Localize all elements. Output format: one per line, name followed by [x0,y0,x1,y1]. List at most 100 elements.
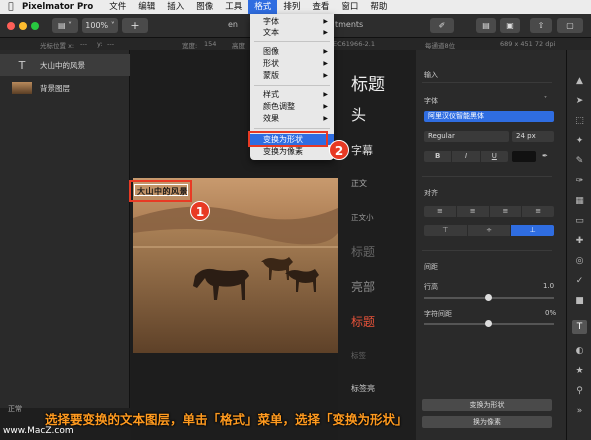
paint-tool-button[interactable]: ✐ [430,18,454,33]
tools-panel-button[interactable]: ▣ [500,18,520,33]
view-mode-button[interactable]: ▤ ˅ [52,18,78,33]
add-button[interactable]: + [122,18,148,33]
menu-item-image[interactable]: 图像 ▶ [250,46,334,57]
vertical-align-control: ⊤ ÷ ⊥ [424,225,554,236]
zoom-tool-icon[interactable]: ⚲ [572,384,587,398]
align-center-icon[interactable]: ≡ [457,206,490,217]
menu-tools[interactable]: 工具 [219,0,248,14]
text-color-well[interactable] [512,151,536,162]
share-icon: ⇧ [537,21,545,30]
gradient-tool-icon[interactable]: ▦ [572,194,587,208]
menu-item-color-adjust[interactable]: 颜色调整 ▶ [250,101,334,112]
brush-icon: ✐ [438,21,446,30]
style-title-dim[interactable]: 标题 [351,243,375,260]
font-size-field[interactable]: 24 px [512,131,554,142]
select-tool-icon[interactable]: ⬚ [572,114,587,128]
style-title-red[interactable]: 标题 [351,313,375,330]
menu-view[interactable]: 查看 [306,0,335,14]
image-dimensions: 689 x 451 72 dpi [500,40,556,48]
apple-icon[interactable]:  [0,2,22,12]
zoom-select[interactable]: 100% ˅ [82,18,118,33]
style-title[interactable]: 标题 [351,70,385,95]
style-body-small[interactable]: 正文小 [351,212,374,223]
align-right-icon[interactable]: ≡ [490,206,523,217]
eyedropper-icon[interactable]: ✒ [542,152,548,160]
cursor-x-value: --- [80,40,88,48]
convert-to-shape-button[interactable]: 变换为形状 [422,399,552,411]
zoom-window-button[interactable] [31,22,39,30]
align-bottom-icon[interactable]: ⊥ [511,225,554,236]
menu-insert[interactable]: 插入 [161,0,190,14]
share-button[interactable]: ⇧ [530,18,552,33]
arrange-tool-icon[interactable]: ▲ [572,74,587,88]
minimize-window-button[interactable] [19,22,27,30]
submenu-arrow-icon: ▶ [323,18,328,25]
type-tool-icon[interactable]: T [572,320,587,334]
menu-item-style[interactable]: 样式 ▶ [250,89,334,100]
menu-item-text[interactable]: 文本 ▶ [250,27,334,38]
blend-mode-select[interactable]: 正常 [8,404,22,414]
window-icon: ▢ [566,21,574,30]
font-style-select[interactable]: Regular [424,131,509,142]
convert-to-pixels-button[interactable]: 换为像素 [422,416,552,428]
pen-tool-icon[interactable]: ✓ [572,274,587,288]
submenu-arrow-icon: ▶ [323,91,328,98]
layers-panel: T 大山中的风景 背景图层 [0,50,130,408]
color-adjust-icon[interactable]: ◐ [572,344,587,358]
format-inspector: 输入 字体 ˅ 阿里汉仪智能黑体 Regular 24 px B I U ✒ 对… [416,50,566,440]
layer-row-text[interactable]: T 大山中的风景 [0,54,130,76]
move-tool-icon[interactable]: ➤ [572,94,587,108]
menu-format[interactable]: 格式 [248,0,278,14]
style-highlight[interactable]: 亮部 [351,278,375,295]
style-label[interactable]: 标签 [351,350,366,361]
menu-item-convert-to-pixels[interactable]: 变换为像素 [250,146,334,157]
style-body[interactable]: 正文 [351,178,367,189]
italic-button[interactable]: I [452,151,481,162]
char-spacing-slider-knob[interactable] [485,320,492,327]
align-justify-icon[interactable]: ≡ [522,206,554,217]
more-button[interactable]: ▢ [557,18,583,33]
background-layer-thumbnail [12,82,32,94]
menu-window[interactable]: 窗口 [335,0,364,14]
menu-arrange[interactable]: 排列 [277,0,306,14]
menu-item-effects[interactable]: 效果 ▶ [250,113,334,124]
style-label-bright[interactable]: 标签亮 [351,383,375,394]
shape-tool-icon[interactable]: ■ [572,294,587,308]
repair-tool-icon[interactable]: ◎ [572,254,587,268]
magic-select-icon[interactable]: ✦ [572,134,587,148]
retouch-tool-icon[interactable]: ✎ [572,154,587,168]
submenu-arrow-icon: ▶ [323,29,328,36]
layer-row-background[interactable]: 背景图层 [0,77,130,99]
paint-tool-icon[interactable]: ✑ [572,174,587,188]
menu-file[interactable]: 文件 [103,0,132,14]
style-subtitle[interactable]: 字幕 [351,142,373,158]
align-top-icon[interactable]: ⊤ [424,225,468,236]
close-window-button[interactable] [7,22,15,30]
menu-item-shape[interactable]: 形状 ▶ [250,58,334,69]
menu-item-font[interactable]: 字体 ▶ [250,16,334,27]
align-middle-icon[interactable]: ÷ [468,225,512,236]
menu-help[interactable]: 帮助 [364,0,393,14]
menu-image[interactable]: 图像 [190,0,219,14]
line-height-slider-knob[interactable] [485,294,492,301]
divider [422,82,552,83]
char-spacing-value: 0% [545,309,557,317]
sidebar-icon: ▤ ˅ [57,21,73,30]
menu-edit[interactable]: 编辑 [132,0,161,14]
menu-item-mask[interactable]: 蒙版 ▶ [250,70,334,81]
bold-button[interactable]: B [424,151,453,162]
style-heading[interactable]: 头 [351,104,366,125]
format-panel-button[interactable]: ▤ [476,18,496,33]
eraser-tool-icon[interactable]: ▭ [572,214,587,228]
align-left-icon[interactable]: ≡ [424,206,457,217]
chevron-down-icon[interactable]: ˅ [544,96,547,103]
clone-tool-icon[interactable]: ✚ [572,234,587,248]
color-profile: EC61966-2.1 [333,40,376,48]
font-family-select[interactable]: 阿里汉仪智能黑体 [424,111,554,122]
effects-tool-icon[interactable]: ★ [572,364,587,378]
app-name-menu[interactable]: Pixelmator Pro [22,2,93,12]
bit-depth: 每通道8位 [425,42,456,50]
document-title-right: tments [335,20,364,29]
underline-button[interactable]: U [481,151,508,162]
more-tools-icon[interactable]: » [572,404,587,418]
